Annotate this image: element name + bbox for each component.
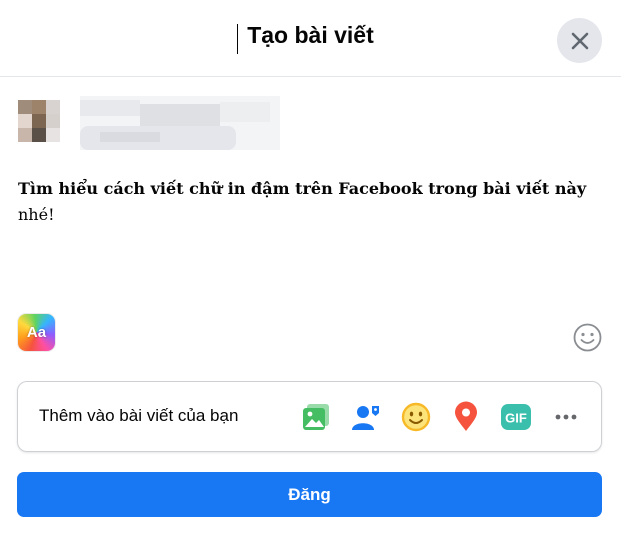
photo-video-button[interactable]	[298, 399, 334, 435]
dialog-title: Tạo bài viết	[247, 22, 374, 48]
emoji-button[interactable]	[573, 323, 602, 352]
smiley-icon	[573, 323, 602, 352]
post-text-bold: Tìm hiểu cách viết chữ in đậm trên Faceb…	[18, 179, 587, 198]
tag-people-button[interactable]	[348, 399, 384, 435]
post-button-label: Đăng	[288, 484, 331, 504]
gif-icon: GIF	[501, 404, 531, 430]
check-in-icon	[455, 401, 477, 431]
background-picker-label: Aa	[26, 324, 47, 341]
add-to-post-label: Thêm vào bài viết của bạn	[39, 406, 239, 425]
photo-video-icon	[303, 404, 329, 430]
post-text[interactable]: Tìm hiểu cách viết chữ in đậm trên Faceb…	[18, 176, 598, 228]
more-icon	[555, 414, 577, 420]
close-button[interactable]	[557, 18, 602, 63]
gif-button[interactable]: GIF	[498, 399, 534, 435]
feeling-activity-button[interactable]	[398, 399, 434, 435]
feeling-icon	[401, 402, 431, 432]
avatar	[18, 100, 60, 142]
check-in-button[interactable]	[448, 399, 484, 435]
gif-label: GIF	[505, 411, 527, 426]
more-options-button[interactable]	[548, 399, 584, 435]
blurred-author-name	[80, 96, 280, 150]
tag-people-icon	[352, 406, 379, 430]
author-profile	[0, 82, 300, 154]
post-text-tail: nhé!	[18, 205, 55, 224]
post-button[interactable]: Đăng	[17, 472, 602, 517]
add-to-post-box: Thêm vào bài viết của bạn GIF	[17, 381, 602, 452]
dialog-header: Tạo bài viết	[0, 0, 621, 77]
background-picker-button[interactable]: Aa	[18, 314, 55, 351]
close-icon	[571, 32, 588, 49]
